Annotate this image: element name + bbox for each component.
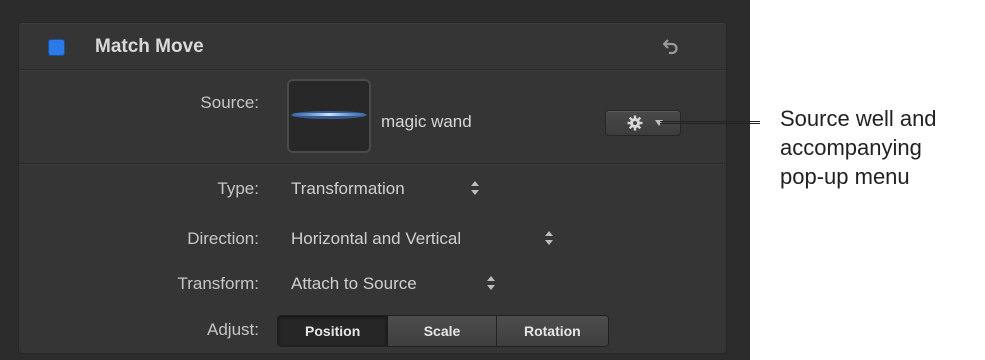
callout-line-2: accompanying <box>780 135 922 160</box>
transform-label: Transform: <box>177 274 259 293</box>
match-move-section: Match Move Source: magic wand Type: Tran… <box>18 22 727 354</box>
source-well[interactable] <box>287 79 371 153</box>
header-divider <box>19 69 726 71</box>
callout-leader-line <box>660 121 760 124</box>
callout-line-1: Source well and <box>780 106 937 131</box>
direction-stepper-icon[interactable] <box>543 229 555 247</box>
source-name: magic wand <box>381 112 472 131</box>
type-label: Type: <box>217 179 259 198</box>
source-thumbnail <box>291 111 367 119</box>
type-popup[interactable]: Transformation <box>291 179 405 199</box>
direction-label: Direction: <box>187 229 259 248</box>
transform-popup[interactable]: Attach to Source <box>291 274 417 294</box>
enable-checkbox[interactable] <box>49 40 64 55</box>
source-label: Source: <box>200 93 259 112</box>
callout-text: Source well and accompanying pop-up menu <box>780 104 985 191</box>
reset-arrow-icon[interactable] <box>661 37 681 57</box>
adjust-segmented-control: Position Scale Rotation <box>277 315 609 347</box>
inspector-panel: Match Move Source: magic wand Type: Tran… <box>0 0 750 360</box>
adjust-rotation-button[interactable]: Rotation <box>496 316 608 346</box>
adjust-label: Adjust: <box>207 320 259 339</box>
adjust-position-button[interactable]: Position <box>278 316 389 346</box>
callout-line-3: pop-up menu <box>780 164 910 189</box>
section-header: Match Move <box>19 23 726 69</box>
source-divider <box>19 163 726 165</box>
gear-icon <box>627 115 643 131</box>
section-title: Match Move <box>95 36 204 57</box>
direction-popup[interactable]: Horizontal and Vertical <box>291 229 461 249</box>
type-stepper-icon[interactable] <box>469 179 481 197</box>
adjust-scale-button[interactable]: Scale <box>388 316 497 346</box>
transform-stepper-icon[interactable] <box>485 274 497 292</box>
